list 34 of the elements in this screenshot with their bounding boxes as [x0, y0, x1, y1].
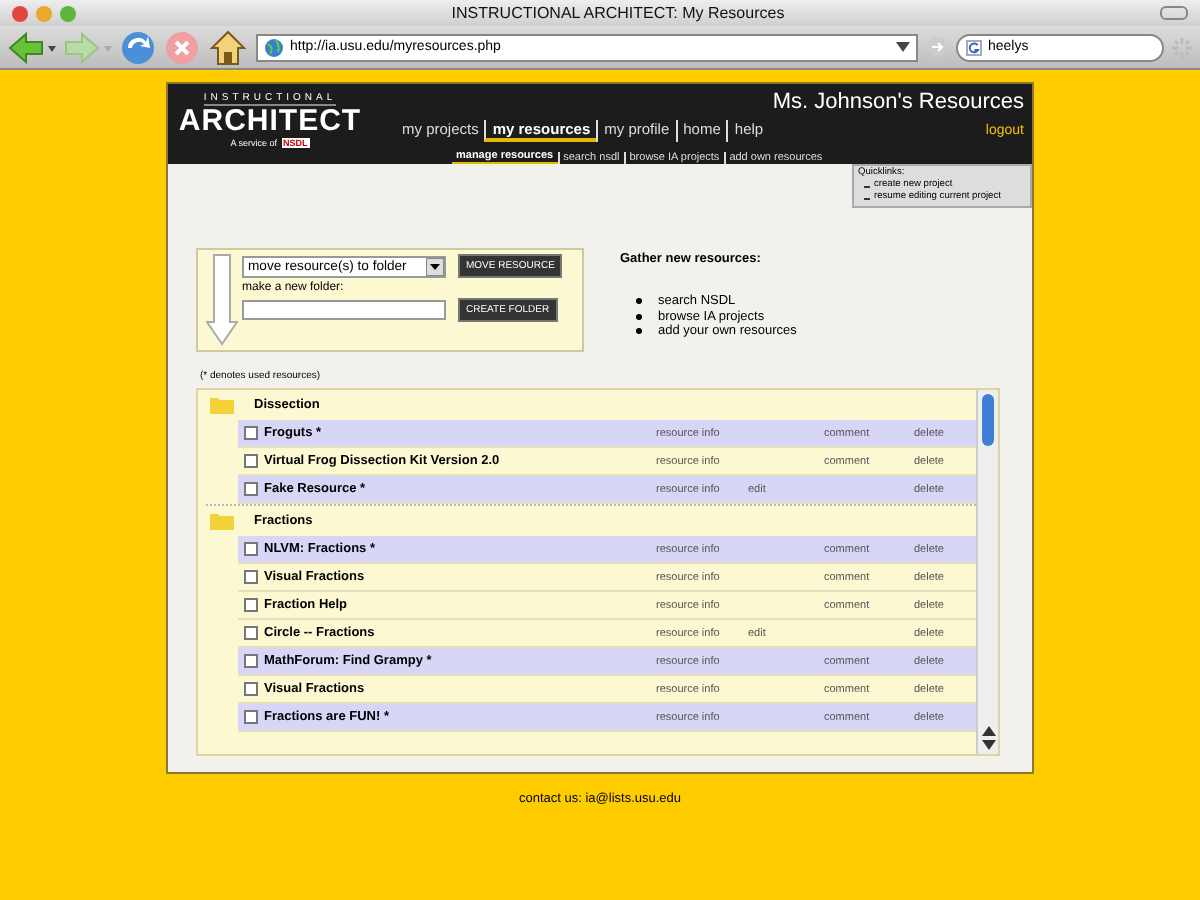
- folder-icon: [210, 512, 234, 530]
- page-title: Ms. Johnson's Resources: [772, 90, 1024, 114]
- spinner-icon: [1172, 37, 1192, 57]
- globe-icon: [264, 37, 284, 57]
- back-icon[interactable]: [8, 31, 56, 63]
- home-icon[interactable]: [208, 29, 248, 65]
- dropdown-caret-icon: [426, 257, 444, 275]
- checkbox[interactable]: [244, 454, 258, 468]
- checkbox[interactable]: [244, 598, 258, 612]
- checkbox[interactable]: [244, 682, 258, 696]
- checkbox[interactable]: [244, 710, 258, 724]
- window-title: INSTRUCTIONAL ARCHITECT: My Resources: [449, 4, 787, 22]
- checkbox[interactable]: [244, 626, 258, 640]
- checkbox[interactable]: [244, 482, 258, 496]
- down-arrow-icon: [206, 254, 238, 346]
- search-engine-icon[interactable]: [966, 39, 982, 55]
- checkbox[interactable]: [244, 542, 258, 556]
- checkbox[interactable]: [244, 570, 258, 584]
- close-button[interactable]: [12, 5, 28, 21]
- bullet-icon: [636, 298, 642, 305]
- dropdown-caret-icon[interactable]: [896, 42, 910, 52]
- checkbox[interactable]: [244, 654, 258, 668]
- scrollbar-thumb[interactable]: [982, 394, 994, 446]
- folder-name-field[interactable]: [242, 300, 446, 320]
- bullet-icon: [636, 313, 642, 320]
- toolbar-toggle-button[interactable]: [1160, 6, 1188, 20]
- folder-icon: [210, 396, 234, 414]
- bullet-icon: [636, 328, 642, 335]
- site-logo[interactable]: ARCHITECT: [178, 106, 362, 138]
- scroll-up-icon[interactable]: [981, 726, 995, 736]
- scrollbar[interactable]: [976, 390, 998, 754]
- scroll-down-icon[interactable]: [981, 740, 995, 750]
- checkbox[interactable]: [244, 426, 258, 440]
- reload-icon[interactable]: [120, 29, 156, 65]
